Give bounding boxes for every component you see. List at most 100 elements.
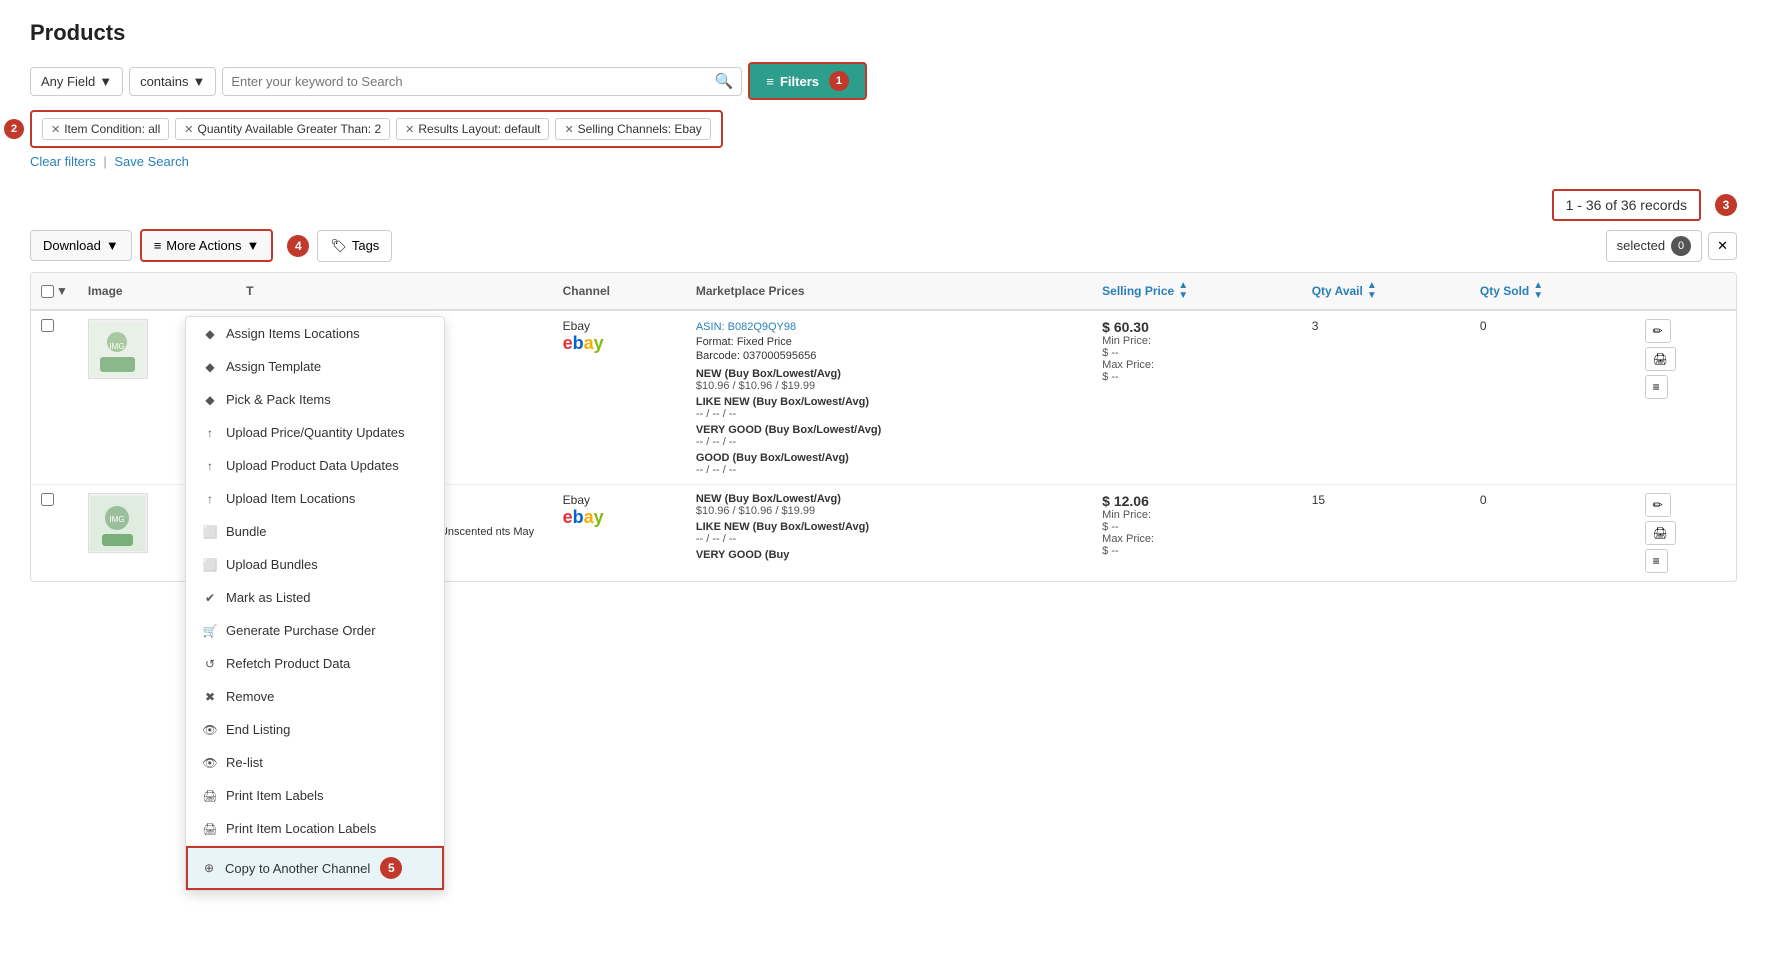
row2-print-button[interactable]: 🖨: [1645, 521, 1676, 545]
dropdown-item-end-listing[interactable]: 👁 End Listing: [186, 713, 444, 746]
download-button[interactable]: Download ▼: [30, 230, 132, 261]
th-qty-sold[interactable]: Qty Sold ▲▼: [1470, 273, 1635, 310]
row1-checkbox[interactable]: [41, 319, 54, 332]
th-selling-price[interactable]: Selling Price ▲▼: [1092, 273, 1302, 310]
print-location-label: Print Item Location Labels: [226, 821, 376, 836]
dropdown-item-print-labels[interactable]: 🖨 Print Item Labels: [186, 779, 444, 812]
row1-print-button[interactable]: 🖨: [1645, 347, 1676, 371]
qty-avail-sort[interactable]: ▲▼: [1367, 281, 1377, 301]
dropdown-item-generate-po[interactable]: 🛒 Generate Purchase Order: [186, 614, 444, 647]
row2-menu-button[interactable]: ≡: [1645, 549, 1668, 573]
dropdown-item-copy-channel[interactable]: ⊕ Copy to Another Channel 5: [186, 846, 444, 890]
field-dropdown-label: Any Field: [41, 74, 95, 89]
mark-listed-icon: ✔: [202, 591, 218, 605]
toolbar-row: Download ▼ ≡ More Actions ▼ 4 🏷 Tags sel…: [30, 229, 1737, 262]
dropdown-item-pick-pack[interactable]: ◆ Pick & Pack Items: [186, 383, 444, 416]
th-image: Image: [78, 273, 236, 310]
row1-ebay-logo: ebay: [563, 333, 676, 354]
dropdown-item-assign-locations[interactable]: ◆ Assign Items Locations: [186, 317, 444, 350]
filter-tag-quantity-remove[interactable]: ✕: [184, 123, 193, 136]
tags-button[interactable]: 🏷 Tags: [317, 230, 392, 262]
records-row: 1 - 36 of 36 records 3: [30, 189, 1737, 221]
filter-tag-condition-remove[interactable]: ✕: [51, 123, 60, 136]
upload-price-label: Upload Price/Quantity Updates: [226, 425, 404, 440]
dropdown-item-remove[interactable]: ✖ Remove: [186, 680, 444, 713]
row1-barcode-label: Barcode:: [696, 350, 740, 362]
more-actions-button[interactable]: ≡ More Actions ▼: [140, 229, 274, 262]
row1-max-price-label: Max Price:: [1102, 359, 1154, 371]
select-all-arrow[interactable]: ▼: [56, 284, 68, 298]
upload-product-label: Upload Product Data Updates: [226, 458, 399, 473]
dropdown-item-refetch[interactable]: ↺ Refetch Product Data: [186, 647, 444, 680]
row2-edit-button[interactable]: ✏: [1645, 493, 1671, 517]
more-actions-icon: ≡: [154, 238, 162, 253]
search-button[interactable]: 🔍: [715, 72, 734, 90]
qty-sold-sort[interactable]: ▲▼: [1533, 281, 1543, 301]
dropdown-item-upload-locations[interactable]: ↑ Upload Item Locations: [186, 482, 444, 515]
pick-pack-label: Pick & Pack Items: [226, 392, 331, 407]
row1-price-condition-3: GOOD (Buy Box/Lowest/Avg): [696, 452, 1082, 464]
field-dropdown[interactable]: Any Field ▼: [30, 67, 123, 96]
row1-edit-button[interactable]: ✏: [1645, 319, 1671, 343]
dropdown-item-mark-listed[interactable]: ✔ Mark as Listed: [186, 581, 444, 614]
save-search-link[interactable]: Save Search: [114, 154, 188, 169]
end-listing-label: End Listing: [226, 722, 290, 737]
dropdown-item-print-location[interactable]: 🖨 Print Item Location Labels: [186, 812, 444, 845]
annotation-4-badge: 4: [287, 235, 309, 257]
generate-po-icon: 🛒: [202, 624, 218, 638]
svg-text:IMG: IMG: [110, 342, 125, 351]
filters-button[interactable]: ≡ Filters 1: [748, 62, 867, 100]
row2-min-price: Min Price: $ --: [1102, 509, 1292, 533]
dropdown-item-relist[interactable]: 👁 Re-list: [186, 746, 444, 779]
filter-tag-quantity-label: Quantity Available Greater Than: 2: [197, 122, 381, 136]
row1-marketplace-cell: ASIN: B082Q9QY98 Format: Fixed Price Bar…: [686, 310, 1092, 485]
contains-dropdown-arrow: ▼: [193, 74, 206, 89]
page-title: Products: [30, 20, 1737, 46]
filter-tag-layout-remove[interactable]: ✕: [405, 123, 414, 136]
selected-text: selected: [1617, 238, 1665, 253]
row2-price-values-0: $10.96 / $10.96 / $19.99: [696, 505, 1082, 517]
row1-asin-value: B082Q9QY98: [728, 321, 797, 333]
annotation-2-badge: 2: [4, 119, 24, 139]
refetch-label: Refetch Product Data: [226, 656, 350, 671]
dropdown-item-upload-price[interactable]: ↑ Upload Price/Quantity Updates: [186, 416, 444, 449]
row1-menu-button[interactable]: ≡: [1645, 375, 1668, 399]
row1-min-price: Min Price: $ --: [1102, 335, 1292, 359]
clear-filters-link[interactable]: Clear filters: [30, 154, 96, 169]
row1-price-values-0: $10.96 / $10.96 / $19.99: [696, 380, 1082, 392]
annotation-3-badge: 3: [1715, 194, 1737, 216]
dropdown-item-upload-product[interactable]: ↑ Upload Product Data Updates: [186, 449, 444, 482]
download-label: Download: [43, 238, 101, 253]
print-labels-icon: 🖨: [202, 789, 218, 803]
row2-price-values-1: -- / -- / --: [696, 533, 1082, 545]
th-qty-avail[interactable]: Qty Avail ▲▼: [1302, 273, 1470, 310]
dropdown-item-bundle[interactable]: ⬜ Bundle: [186, 515, 444, 548]
search-input[interactable]: [231, 68, 714, 95]
row1-checkbox-cell: [31, 310, 78, 485]
row2-max-price: Max Price: $ --: [1102, 533, 1292, 557]
upload-bundles-label: Upload Bundles: [226, 557, 318, 572]
row2-price-condition-1: LIKE NEW (Buy Box/Lowest/Avg): [696, 521, 1082, 533]
row1-asin-link[interactable]: ASIN: B082Q9QY98: [696, 321, 796, 333]
upload-locations-label: Upload Item Locations: [226, 491, 355, 506]
filter-tag-condition-label: Item Condition: all: [64, 122, 160, 136]
dropdown-item-upload-bundles[interactable]: ⬜ Upload Bundles: [186, 548, 444, 581]
svg-text:IMG: IMG: [110, 515, 125, 524]
filter-tag-channel-remove[interactable]: ✕: [564, 123, 573, 136]
row2-checkbox[interactable]: [41, 493, 54, 506]
more-actions-dropdown: ◆ Assign Items Locations ◆ Assign Templa…: [185, 316, 445, 891]
selected-clear-button[interactable]: ✕: [1708, 232, 1737, 260]
row1-format-value: Fixed Price: [737, 336, 792, 348]
filter-links: Clear filters | Save Search: [30, 154, 1737, 169]
row1-price-values-2: -- / -- / --: [696, 436, 1082, 448]
row1-asin-label: ASIN:: [696, 321, 725, 333]
row1-min-price-value: $ --: [1102, 347, 1119, 359]
th-qty-avail-label: Qty Avail: [1312, 284, 1363, 298]
contains-dropdown[interactable]: contains ▼: [129, 67, 216, 96]
selling-price-sort[interactable]: ▲▼: [1178, 281, 1188, 301]
th-actions: [1635, 273, 1736, 310]
select-all-checkbox[interactable]: [41, 285, 54, 298]
row2-qty-avail: 15: [1312, 493, 1325, 507]
tags-icon: 🏷: [330, 238, 347, 254]
dropdown-item-assign-template[interactable]: ◆ Assign Template: [186, 350, 444, 383]
